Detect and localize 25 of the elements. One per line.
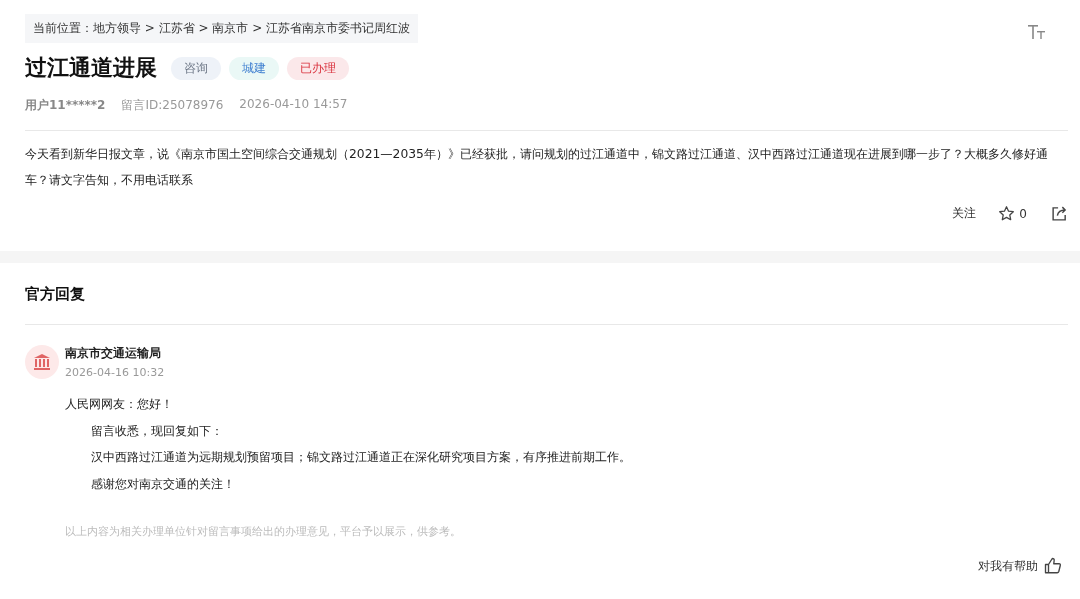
follow-button[interactable]: 关注	[952, 205, 977, 222]
disclaimer-text: 以上内容为相关办理单位针对留言事项给出的办理意见，平台予以展示，供参考。	[65, 525, 462, 539]
section-heading: 官方回复	[25, 285, 86, 304]
reply-text: 汉中西路过江通道为远期规划预留项目；锦文路过江通道正在深化研究项目方案，有序推进前期工作。	[90, 449, 632, 466]
message-text: 今天看到新华日报文章，说《南京市国土空间综合交通规划（2021—2035年）》已经获批，请问规划的过江通道中，锦文路过江通道、汉中西路过江通道现在进展到哪一步了？大概多久修好通车？请文字告知，不用电话联系	[25, 146, 1049, 189]
tag: 已办理	[287, 56, 349, 80]
reply-text: 感谢您对南京交通的关注！	[90, 475, 236, 493]
organization-name: 南京市交通运输局	[65, 345, 162, 362]
user-name: 用户11*****2	[25, 97, 106, 114]
page-title: 过江通道进展	[25, 54, 157, 82]
reply-text: 留言收悉，现回复如下：	[90, 422, 224, 440]
message-id: 留言ID:25078976	[121, 97, 224, 114]
share-icon[interactable]	[1051, 205, 1068, 222]
reply-text: 人民网网友：您好！	[65, 396, 174, 413]
font-size-icon[interactable]	[1028, 23, 1046, 40]
star-icon[interactable]	[998, 205, 1016, 222]
institution-icon	[25, 345, 59, 379]
reply-time: 2026-04-16 10:32	[65, 366, 165, 379]
post-time: 2026-04-10 14:57	[239, 97, 348, 113]
tag: 城建	[229, 56, 279, 80]
thumbs-up-icon[interactable]	[1044, 557, 1062, 575]
breadcrumb: 当前位置：地方领导 > 江苏省 > 南京市 > 江苏省南京市委书记周红波	[25, 14, 419, 43]
like-count: 0	[1019, 206, 1027, 221]
helpful-label: 对我有帮助	[978, 558, 1038, 574]
tag: 咨询	[171, 56, 221, 80]
